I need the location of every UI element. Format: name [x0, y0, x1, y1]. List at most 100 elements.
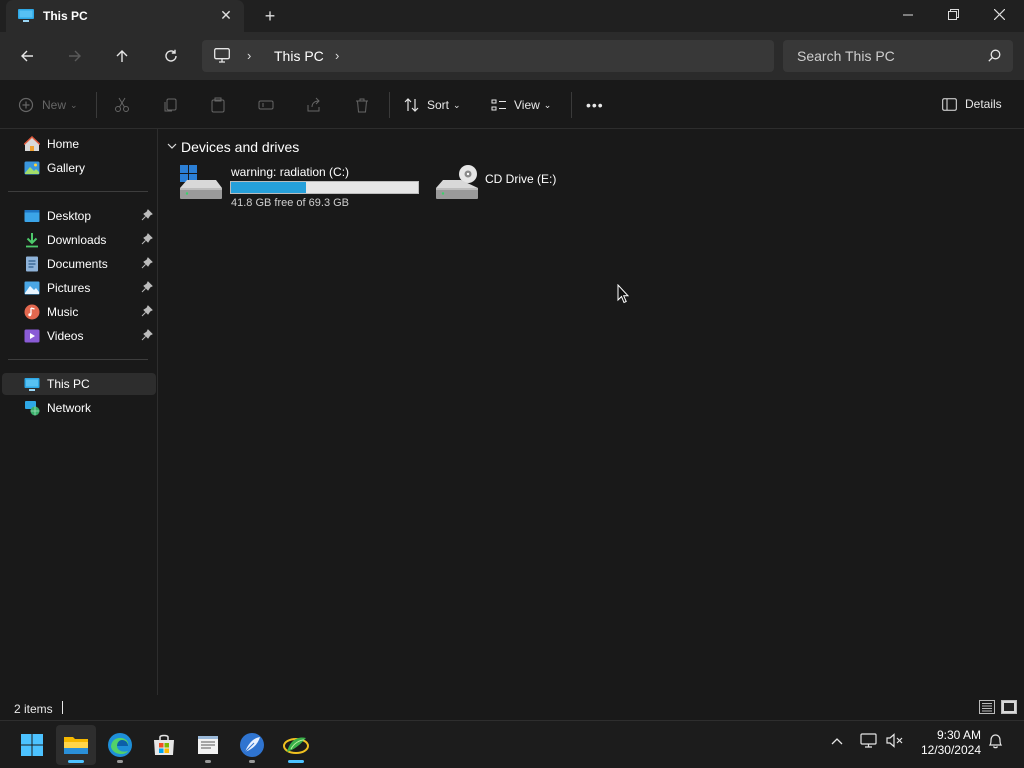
tab-this-pc[interactable]: This PC ✕: [6, 0, 244, 32]
paste-button[interactable]: [210, 96, 226, 114]
system-clock[interactable]: 9:30 AM 12/30/2024: [915, 728, 981, 758]
green-app-icon: [283, 737, 309, 754]
divider: [96, 92, 97, 118]
sort-label: Sort: [427, 98, 450, 112]
sort-icon: [404, 98, 419, 112]
breadcrumb-chevron-icon[interactable]: ›: [335, 48, 339, 63]
sidebar-item-label: Downloads: [47, 233, 107, 247]
close-tab-icon[interactable]: ✕: [218, 7, 234, 23]
trash-icon: [356, 98, 368, 113]
rename-button[interactable]: [258, 96, 274, 114]
close-window-button[interactable]: [976, 0, 1022, 32]
start-icon: [21, 734, 43, 756]
windows-drive-icon: [180, 165, 222, 199]
drive-name: warning: radiation (C:): [231, 165, 350, 179]
sidebar-item-desktop[interactable]: Desktop: [2, 205, 156, 227]
taskbar-green-app[interactable]: [276, 725, 316, 765]
speaker-muted-icon: [886, 733, 903, 748]
view-button[interactable]: View ⌄: [491, 96, 551, 114]
share-button[interactable]: [306, 96, 322, 114]
details-button[interactable]: Details: [942, 97, 1002, 111]
breadcrumb-this-pc[interactable]: This PC: [274, 48, 324, 64]
list-view-icon: [982, 703, 992, 712]
sidebar-item-label: Pictures: [47, 281, 91, 295]
up-button[interactable]: [110, 44, 134, 68]
status-bar: 2 items: [0, 695, 1024, 720]
bell-icon: [988, 734, 1003, 749]
start-button[interactable]: [12, 725, 52, 765]
sidebar-item-pictures[interactable]: Pictures: [2, 277, 156, 299]
monitor-icon: [214, 48, 230, 63]
delete-button[interactable]: [354, 96, 370, 114]
new-button[interactable]: New ⌄: [18, 96, 78, 114]
this-pc-icon: [18, 9, 34, 22]
sidebar-item-label: Documents: [47, 257, 108, 271]
divider: [571, 92, 572, 118]
network-status-button[interactable]: [860, 733, 878, 751]
refresh-button[interactable]: [159, 44, 183, 68]
back-button[interactable]: [15, 44, 39, 68]
sidebar-item-documents[interactable]: Documents: [2, 253, 156, 275]
cut-icon: [115, 97, 129, 112]
taskbar-notepad[interactable]: [188, 725, 228, 765]
pin-icon[interactable]: [141, 257, 153, 269]
cut-button[interactable]: [114, 96, 130, 114]
taskbar: 9:30 AM 12/30/2024: [0, 720, 1024, 768]
sidebar-item-videos[interactable]: Videos: [2, 325, 156, 347]
pin-icon[interactable]: [141, 281, 153, 293]
forward-button[interactable]: [63, 44, 87, 68]
tab-title: This PC: [43, 9, 88, 23]
details-view-button[interactable]: [979, 700, 995, 714]
large-icons-view-button[interactable]: [1001, 700, 1017, 714]
new-label: New: [42, 98, 67, 112]
copy-button[interactable]: [162, 96, 178, 114]
new-tab-button[interactable]: +: [260, 7, 280, 25]
sidebar-item-home[interactable]: Home: [2, 133, 156, 155]
drive-free-space: 41.8 GB free of 69.3 GB: [231, 197, 350, 209]
mouse-cursor-icon: [617, 284, 629, 304]
store-icon: [154, 734, 174, 755]
show-hidden-icons-button[interactable]: [831, 733, 843, 748]
pin-icon[interactable]: [141, 329, 153, 341]
running-indicator: [288, 760, 304, 763]
sidebar-item-this-pc[interactable]: This PC: [2, 373, 156, 395]
taskbar-file-explorer[interactable]: [56, 725, 96, 765]
copy-icon: [164, 98, 177, 112]
pin-icon[interactable]: [141, 305, 153, 317]
status-separator: [62, 701, 63, 714]
search-input[interactable]: Search This PC: [783, 40, 1013, 72]
taskbar-edge[interactable]: [100, 725, 140, 765]
volume-button[interactable]: [886, 733, 904, 751]
group-title: Devices and drives: [181, 139, 300, 155]
breadcrumb-chevron-icon[interactable]: ›: [247, 48, 251, 63]
rename-icon: [258, 100, 274, 110]
sidebar-item-gallery[interactable]: Gallery: [2, 157, 156, 179]
content-pane: Devices and drives warning: radiation (C…: [159, 129, 1024, 695]
taskbar-store[interactable]: [144, 725, 184, 765]
more-options-button[interactable]: •••: [586, 96, 604, 114]
sort-button[interactable]: Sort ⌄: [404, 96, 461, 114]
address-bar[interactable]: › This PC ›: [202, 40, 774, 72]
divider: [389, 92, 390, 118]
drive-e[interactable]: CD Drive (E:): [435, 164, 575, 204]
drive-c[interactable]: warning: radiation (C:) 41.8 GB free of …: [179, 164, 421, 210]
taskbar-feather-app[interactable]: [232, 725, 272, 765]
sidebar-item-music[interactable]: Music: [2, 301, 156, 323]
pin-icon[interactable]: [141, 209, 153, 221]
file-explorer-icon: [64, 737, 88, 754]
search-placeholder: Search This PC: [797, 48, 895, 64]
arrow-up-icon: [116, 50, 128, 62]
arrow-right-icon: [69, 50, 81, 62]
sidebar-item-downloads[interactable]: Downloads: [2, 229, 156, 251]
search-icon: [988, 49, 1001, 62]
minimize-button[interactable]: [885, 0, 931, 32]
sidebar-item-label: Videos: [47, 329, 84, 343]
notifications-button[interactable]: [988, 733, 1003, 752]
divider: [8, 191, 148, 192]
devices-and-drives-group[interactable]: Devices and drives: [167, 139, 299, 155]
tiles-view-icon: [1004, 703, 1014, 711]
pictures-icon: [24, 281, 40, 295]
sidebar-item-network[interactable]: Network: [2, 397, 156, 419]
pin-icon[interactable]: [141, 233, 153, 245]
restore-button[interactable]: [930, 0, 976, 32]
